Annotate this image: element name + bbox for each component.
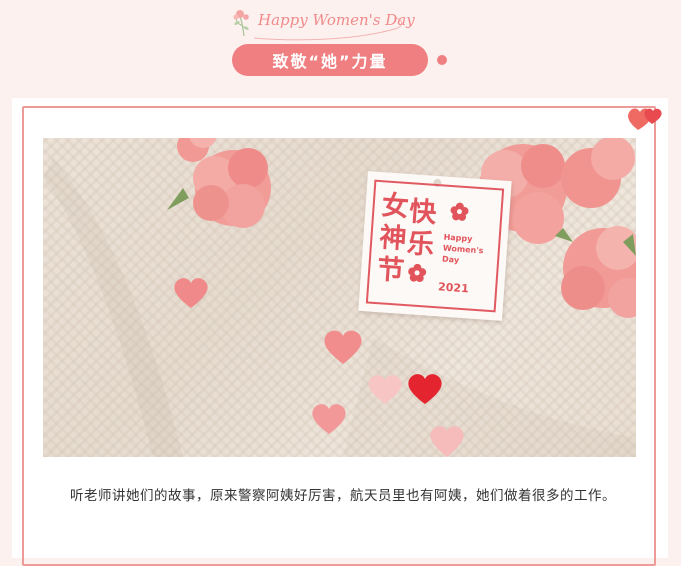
tag-char: 乐 [406, 228, 436, 261]
tag-char: 快 [408, 196, 438, 229]
womens-day-photo: 女 快 神 乐 节 Happy Women's Day 2021 [43, 138, 636, 457]
header: Happy Women's Day 致敬“她”力量 [0, 0, 681, 92]
tag-english: Day [441, 254, 460, 265]
carnation-left [167, 138, 271, 228]
article-paragraph: 听老师讲她们的故事，原来警察阿姨好厉害，航天员里也有阿姨，她们做着很多的工作。 [70, 488, 616, 504]
tag-char: 节 [376, 254, 406, 287]
script-title: Happy Women's Day [258, 11, 415, 29]
tag-flower-icon [450, 202, 469, 221]
photo-scene [43, 138, 636, 457]
womens-day-tag: 女 快 神 乐 节 Happy Women's Day 2021 [358, 171, 512, 321]
tag-flower-icon [408, 263, 427, 283]
hearts-icon [628, 108, 662, 130]
tag-char: 神 [378, 222, 408, 255]
tag-year: 2021 [437, 280, 470, 296]
tag-char: 女 [380, 190, 410, 224]
tag-english: Happy [443, 232, 473, 244]
banner-title: 致敬“她”力量 [232, 44, 428, 76]
banner-dot [437, 55, 447, 65]
